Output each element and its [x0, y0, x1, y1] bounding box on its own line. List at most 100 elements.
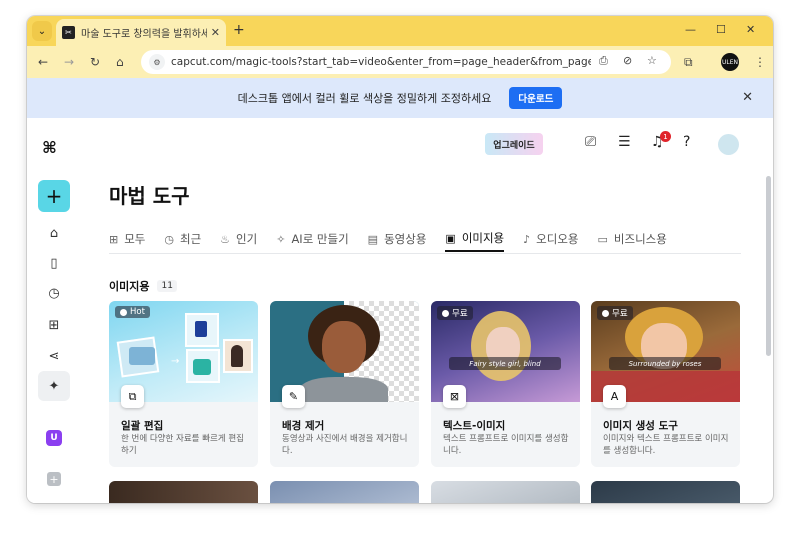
batch-edit-icon: ⧉: [121, 385, 144, 408]
tab-recent[interactable]: ◷ 최근: [164, 226, 201, 252]
templates-icon[interactable]: ▯: [45, 254, 63, 272]
add-space-icon[interactable]: +: [47, 472, 61, 486]
magic-wand-icon[interactable]: ✦: [38, 371, 70, 401]
badge-label: 무료: [612, 309, 628, 319]
tab-label: 최근: [180, 232, 202, 246]
prompt-caption: Fairy style girl, blind: [449, 357, 561, 370]
menu-kebab-icon[interactable]: ⋮: [754, 54, 766, 70]
forward-icon[interactable]: →: [64, 54, 74, 70]
tab-divider: [109, 253, 741, 254]
music-icon: ♪: [523, 232, 531, 246]
card-title: 배경 제거: [282, 420, 325, 432]
ai-box-icon: ▭: [597, 232, 608, 246]
badge-label: Hot: [130, 307, 145, 317]
title-bar: ⌄ ✂ 마술 도구로 창의력을 발휘하세 ✕ + — ☐ ✕: [27, 16, 773, 46]
film-icon: ▤: [367, 232, 379, 246]
tool-card-row2[interactable]: [270, 481, 419, 503]
image-generate-icon: A: [603, 385, 626, 408]
profile-avatar[interactable]: ULEN: [721, 53, 739, 71]
card-title: 텍스트-이미지: [443, 420, 506, 432]
tool-card-remove-background[interactable]: ✎ 배경 제거 동영상과 사진에서 배경을 제거합니다.: [270, 301, 419, 467]
browser-tab[interactable]: ✂ 마술 도구로 창의력을 발휘하세 ✕: [56, 19, 226, 46]
home-icon[interactable]: ⌂: [116, 54, 124, 70]
layers-icon[interactable]: ☰: [618, 134, 631, 150]
download-button[interactable]: 다운로드: [509, 87, 563, 109]
tab-title: 마술 도구로 창의력을 발휘하세: [81, 29, 207, 40]
bookmark-star-icon[interactable]: ☆: [647, 54, 657, 67]
card-description: 텍스트 프롬프트로 이미지를 생성합니다.: [443, 434, 569, 456]
close-window-button[interactable]: ✕: [746, 23, 755, 36]
eraser-icon: ✎: [282, 385, 305, 408]
image-icon: ▣: [445, 231, 456, 245]
tab-label: 비즈니스용: [613, 232, 667, 246]
reload-icon[interactable]: ↻: [90, 54, 100, 70]
url-text: capcut.com/magic-tools?start_tab=video&e…: [171, 56, 591, 68]
tab-ai-create[interactable]: ✧ AI로 만들기: [276, 226, 348, 252]
tab-label: 인기: [236, 232, 258, 246]
card-description: 한 번에 다양한 자료를 빠르게 편집하기: [121, 434, 244, 456]
tool-card-image-generator[interactable]: Surrounded by roses 무료 A 이미지 생성 도구 이미지와 …: [591, 301, 740, 467]
desktop-app-banner: 데스크톱 앱에서 컬러 휠로 색상을 정밀하게 조정하세요 다운로드 ✕: [27, 78, 773, 118]
extensions-icon[interactable]: ⧉: [684, 54, 693, 70]
grid-icon: ⊞: [109, 232, 119, 246]
card-title: 일괄 편집: [121, 420, 164, 432]
tool-card-row2[interactable]: [109, 481, 258, 503]
download-desktop-icon[interactable]: ⎚: [585, 134, 596, 150]
home-icon[interactable]: ⌂: [45, 224, 63, 242]
section-header: 이미지용 11: [109, 278, 177, 294]
folder-icon[interactable]: ⊞: [45, 316, 63, 334]
upgrade-button[interactable]: 업그레이드: [485, 133, 543, 155]
flame-icon: ♨: [220, 232, 231, 246]
share-icon[interactable]: ⋖: [45, 347, 63, 365]
tab-image[interactable]: ▣ 이미지용: [445, 226, 505, 252]
sidebar: ⌘ + ⌂ ▯ ◷ ⊞ ⋖ ✦ U +: [27, 118, 81, 503]
text-image-icon: ⊠: [443, 385, 466, 408]
tab-all[interactable]: ⊞ 모두: [109, 226, 145, 252]
tab-search-button[interactable]: ⌄: [32, 21, 52, 41]
capcut-logo-icon[interactable]: ⌘: [42, 138, 57, 157]
tab-label: 오디오용: [536, 232, 579, 246]
maximize-button[interactable]: ☐: [716, 23, 726, 36]
tab-close-icon[interactable]: ✕: [211, 26, 220, 39]
back-icon[interactable]: ←: [38, 54, 48, 70]
create-button[interactable]: +: [38, 180, 70, 212]
site-info-icon[interactable]: ⚙: [149, 54, 165, 70]
card-badge: 무료: [597, 306, 633, 320]
card-description: 이미지와 텍스트 프롬프트로 이미지를 생성합니다.: [603, 434, 729, 456]
browser-window: ⌄ ✂ 마술 도구로 창의력을 발휘하세 ✕ + — ☐ ✕ ← → ↻ ⌂ ⚙…: [27, 16, 773, 503]
tab-audio[interactable]: ♪ 오디오용: [523, 226, 578, 252]
tool-card-text-to-image[interactable]: Fairy style girl, blind 무료 ⊠ 텍스트-이미지 텍스트…: [431, 301, 580, 467]
tool-card-row2[interactable]: [431, 481, 580, 503]
new-tab-button[interactable]: +: [233, 22, 245, 38]
tool-card-batch-edit[interactable]: → Hot ⧉ 일괄 편집 한 번에 다양한 자료를 빠르게 편집하기: [109, 301, 258, 467]
section-label: 이미지용: [109, 280, 150, 293]
prompt-caption: Surrounded by roses: [609, 357, 721, 370]
user-avatar[interactable]: [718, 134, 739, 155]
card-badge: 무료: [437, 306, 473, 320]
capcut-favicon-icon: ✂: [62, 26, 75, 39]
tab-label: 동영상용: [384, 232, 427, 246]
tab-business[interactable]: ▭ 비즈니스용: [598, 226, 667, 252]
scrollbar[interactable]: [766, 176, 771, 356]
card-title: 이미지 생성 도구: [603, 420, 678, 432]
tool-card-row2[interactable]: [591, 481, 740, 503]
notification-badge: 1: [660, 131, 671, 142]
tab-label: 이미지용: [461, 231, 505, 245]
page-title: 마법 도구: [109, 184, 190, 208]
card-badge: Hot: [115, 306, 150, 318]
minimize-button[interactable]: —: [685, 23, 696, 36]
help-icon[interactable]: ?: [683, 134, 690, 150]
address-bar[interactable]: ⚙ capcut.com/magic-tools?start_tab=video…: [141, 50, 671, 74]
banner-close-icon[interactable]: ✕: [742, 90, 753, 105]
badge-label: 무료: [452, 309, 468, 319]
recent-clock-icon[interactable]: ◷: [45, 284, 63, 302]
tab-label: AI로 만들기: [291, 232, 349, 246]
space-u-icon[interactable]: U: [46, 430, 62, 446]
tab-video[interactable]: ▤ 동영상용: [368, 226, 427, 252]
tab-popular[interactable]: ♨ 인기: [220, 226, 257, 252]
section-count: 11: [157, 280, 177, 292]
card-description: 동영상과 사진에서 배경을 제거합니다.: [282, 434, 408, 456]
eye-off-icon[interactable]: ⊘: [623, 54, 632, 67]
sparkle-icon: ✧: [276, 232, 286, 246]
install-app-icon[interactable]: ⎙: [599, 54, 608, 68]
